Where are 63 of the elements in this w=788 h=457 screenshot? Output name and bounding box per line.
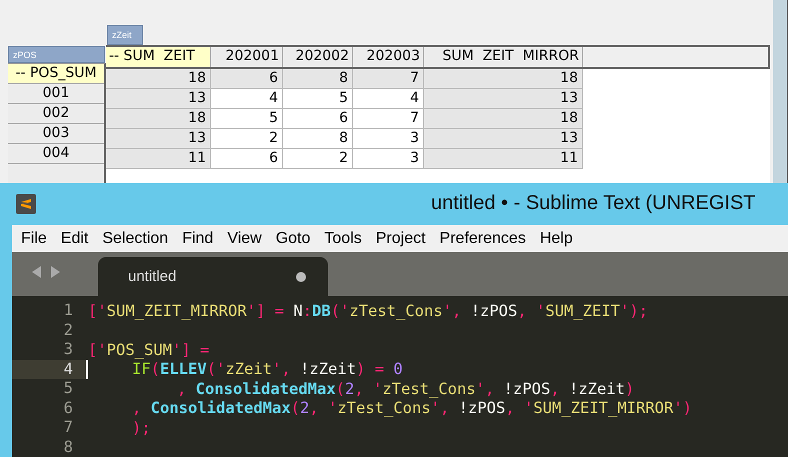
table-cell: 2 bbox=[211, 129, 283, 149]
table-cell: 13 bbox=[106, 89, 211, 109]
menu-item[interactable]: Project bbox=[376, 230, 433, 248]
code-line: ); bbox=[132, 418, 151, 437]
row-header: 002 bbox=[8, 104, 104, 124]
column-header: 202001 bbox=[211, 47, 283, 67]
table-cell: 5 bbox=[283, 89, 353, 109]
table-cell: 18 bbox=[106, 109, 211, 129]
table-cell: 11 bbox=[106, 149, 211, 169]
row-header: 004 bbox=[8, 144, 104, 164]
row-header: 003 bbox=[8, 124, 104, 144]
table-cell: 18 bbox=[424, 69, 583, 89]
table-cell: 8 bbox=[283, 129, 353, 149]
table-cell: 13 bbox=[106, 129, 211, 149]
menu-item[interactable]: Find bbox=[182, 230, 220, 248]
menu-item[interactable]: Selection bbox=[102, 230, 176, 248]
window-title: untitled • - Sublime Text (UNREGIST bbox=[431, 192, 756, 216]
code-line: , ConsolidatedMax(2, 'zTest_Cons', !zPOS, !zZeit) bbox=[177, 380, 634, 398]
table-cell: 4 bbox=[353, 89, 424, 109]
column-header: SUM ZEIT MIRROR bbox=[424, 47, 583, 67]
menu-item[interactable]: Edit bbox=[60, 230, 96, 248]
line-number: 8 bbox=[62, 438, 74, 457]
table-cell: 18 bbox=[106, 69, 211, 89]
table-cell: 13 bbox=[424, 89, 583, 109]
table-cell: 8 bbox=[283, 69, 353, 89]
table-cell: 7 bbox=[353, 109, 424, 129]
line-number: 7 bbox=[62, 418, 74, 438]
table-cell: 3 bbox=[353, 129, 424, 149]
menu-item[interactable]: Tools bbox=[324, 230, 369, 248]
table-cell: 4 bbox=[211, 89, 283, 109]
table-cell: 13 bbox=[424, 129, 583, 149]
table-cell: 2 bbox=[283, 149, 353, 169]
table-cell: 11 bbox=[424, 149, 583, 169]
menu-item[interactable]: View bbox=[227, 230, 269, 248]
app-logo-icon bbox=[16, 194, 36, 214]
row-header: 001 bbox=[8, 84, 104, 104]
menu-item[interactable]: Preferences bbox=[440, 230, 533, 248]
line-number: 2 bbox=[62, 320, 74, 340]
code-line: IF(ELLEV('zZeit', !zZeit) = 0 bbox=[132, 360, 403, 378]
code-line: ['POS_SUM'] = bbox=[88, 340, 210, 359]
scrollbar[interactable] bbox=[773, 0, 788, 183]
menu-item[interactable]: Goto bbox=[276, 230, 318, 248]
code-line: , ConsolidatedMax(2, 'zTest_Cons', !zPOS, 'SUM_ZEIT_MIRROR') bbox=[132, 399, 692, 418]
line-number: 4 bbox=[12, 360, 86, 379]
table-cell: 6 bbox=[211, 149, 283, 169]
row-header: -- POS_SUM bbox=[8, 64, 104, 84]
code-line: ['SUM_ZEIT_MIRROR'] = N:DB('zTest_Cons', !zPOS, 'SUM_ZEIT'); bbox=[88, 302, 648, 320]
table-cell: 5 bbox=[211, 109, 283, 129]
line-number: 5 bbox=[62, 379, 74, 398]
table-cell: 18 bbox=[424, 109, 583, 129]
menu-item[interactable]: Help bbox=[540, 230, 580, 248]
table-cell: 3 bbox=[353, 149, 424, 169]
column-header: 202002 bbox=[283, 47, 353, 67]
line-number: 1 bbox=[62, 301, 74, 320]
editor-tab[interactable]: untitled bbox=[98, 257, 328, 296]
menu-item[interactable]: File bbox=[21, 230, 54, 248]
table-cell: 6 bbox=[283, 109, 353, 129]
table-cell: 7 bbox=[353, 69, 424, 89]
column-header: 202003 bbox=[353, 47, 424, 67]
table-cell: 6 bbox=[211, 69, 283, 89]
line-number: 3 bbox=[62, 340, 74, 360]
line-number: 6 bbox=[62, 398, 74, 418]
column-header: -- SUM ZEIT bbox=[106, 47, 211, 67]
